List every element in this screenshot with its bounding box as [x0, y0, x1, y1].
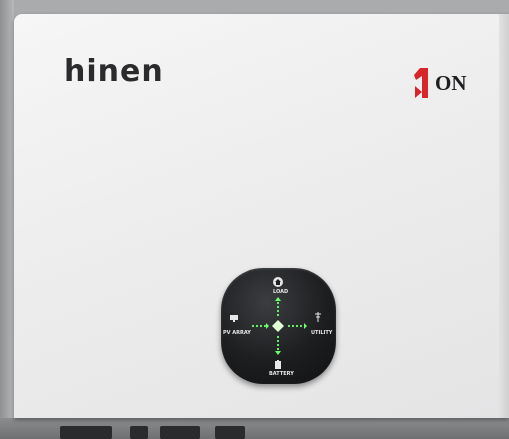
- one-mark-icon: [414, 68, 428, 98]
- arrow-right-icon: [266, 323, 269, 329]
- battery-label: BATTERY: [269, 371, 294, 377]
- solar-panel-icon: [230, 315, 238, 322]
- inverter-front-panel: hinen ON LOAD PV ARRAY UTILITY BATTERY: [14, 14, 509, 418]
- bottom-bracket: [60, 426, 112, 439]
- battery-icon: [275, 360, 281, 369]
- center-node-icon: [272, 320, 284, 332]
- arrow-up-icon: [275, 297, 281, 301]
- load-label: LOAD: [273, 289, 289, 295]
- one-logo-text: ON: [435, 70, 467, 95]
- arrow-right-icon: [304, 323, 307, 329]
- pv-array-label: PV ARRAY: [223, 330, 251, 336]
- energy-flow-diagram: [230, 277, 321, 369]
- control-pad[interactable]: LOAD PV ARRAY UTILITY BATTERY: [221, 268, 336, 384]
- background-wall-left: [0, 0, 14, 439]
- utility-label: UTILITY: [311, 330, 333, 336]
- home-icon: [273, 277, 283, 287]
- bottom-bracket: [215, 426, 245, 439]
- bottom-bracket: [160, 426, 200, 439]
- bottom-bracket: [130, 426, 148, 439]
- hinen-logo: hinen: [64, 54, 164, 89]
- panel-side-edge: [499, 14, 509, 418]
- arrow-down-icon: [275, 351, 281, 355]
- one-logo: ON: [412, 66, 467, 100]
- utility-tower-icon: [315, 312, 321, 322]
